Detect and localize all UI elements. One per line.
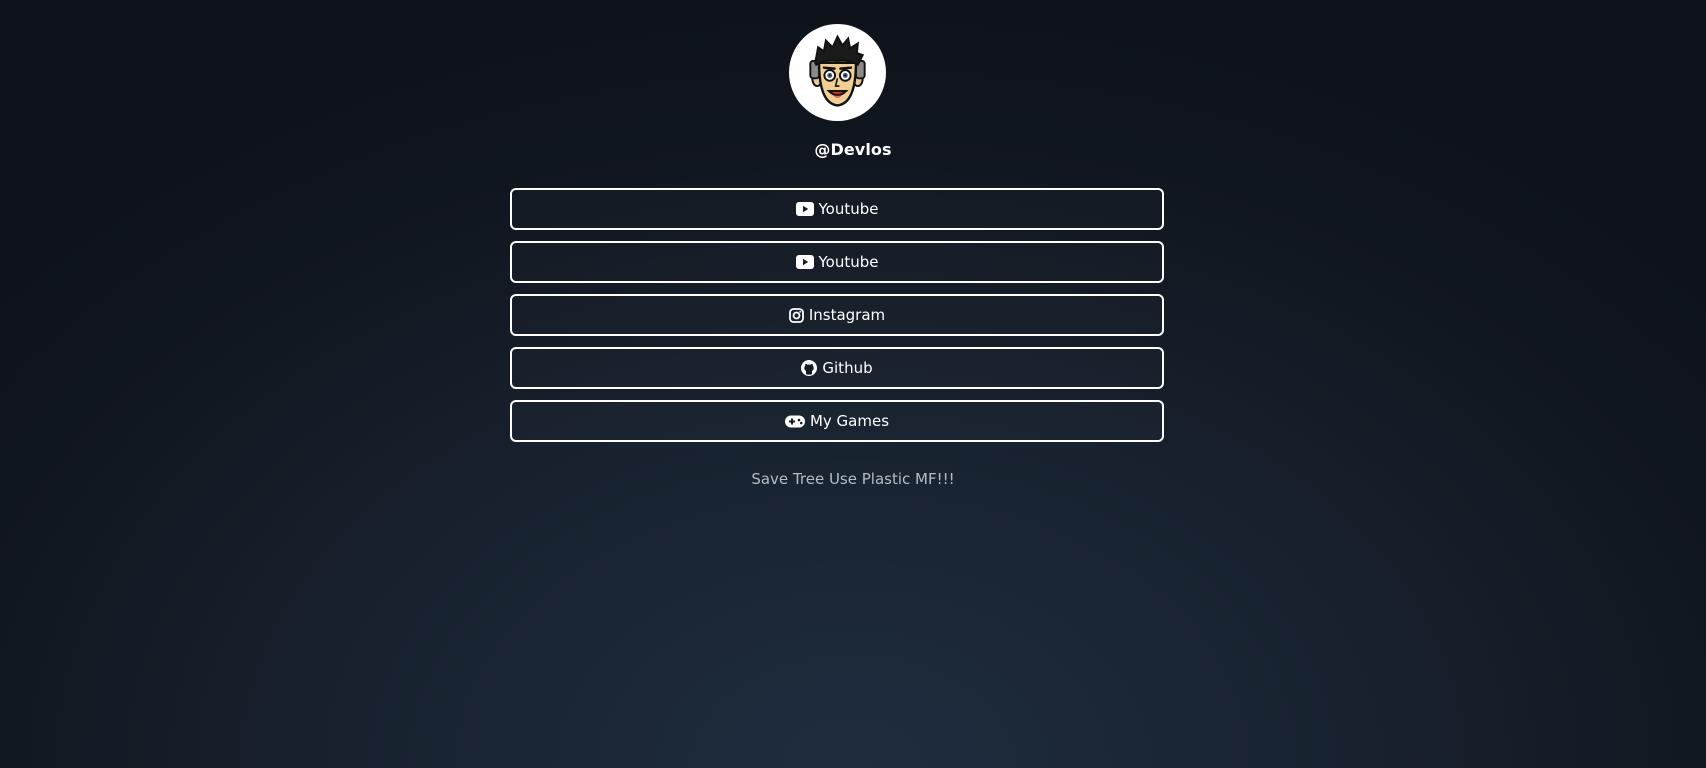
- youtube-icon: [795, 255, 814, 269]
- link-page: @Devlos Youtube Youtube Instagram Github…: [0, 0, 1706, 768]
- instagram-icon: [788, 307, 804, 323]
- link-label: Youtube: [818, 253, 879, 271]
- link-label: Github: [822, 359, 873, 377]
- github-link-button[interactable]: Github: [510, 347, 1164, 389]
- github-icon: [801, 360, 818, 376]
- my-games-link-button[interactable]: My Games: [510, 400, 1164, 442]
- youtube-icon: [795, 202, 814, 216]
- youtube-link-button-2[interactable]: Youtube: [510, 241, 1164, 283]
- instagram-link-button[interactable]: Instagram: [510, 294, 1164, 336]
- link-label: Instagram: [808, 306, 886, 324]
- link-label: My Games: [809, 412, 890, 430]
- cartoon-face-avatar-icon: [809, 34, 866, 107]
- avatar: [789, 24, 886, 121]
- gamepad-icon: [784, 415, 805, 428]
- username-title: @Devlos: [814, 140, 892, 159]
- youtube-link-button-1[interactable]: Youtube: [510, 188, 1164, 230]
- footer-tagline: Save Tree Use Plastic MF!!!: [751, 470, 955, 488]
- link-list: Youtube Youtube Instagram Github My Game…: [510, 188, 1164, 453]
- link-label: Youtube: [818, 200, 879, 218]
